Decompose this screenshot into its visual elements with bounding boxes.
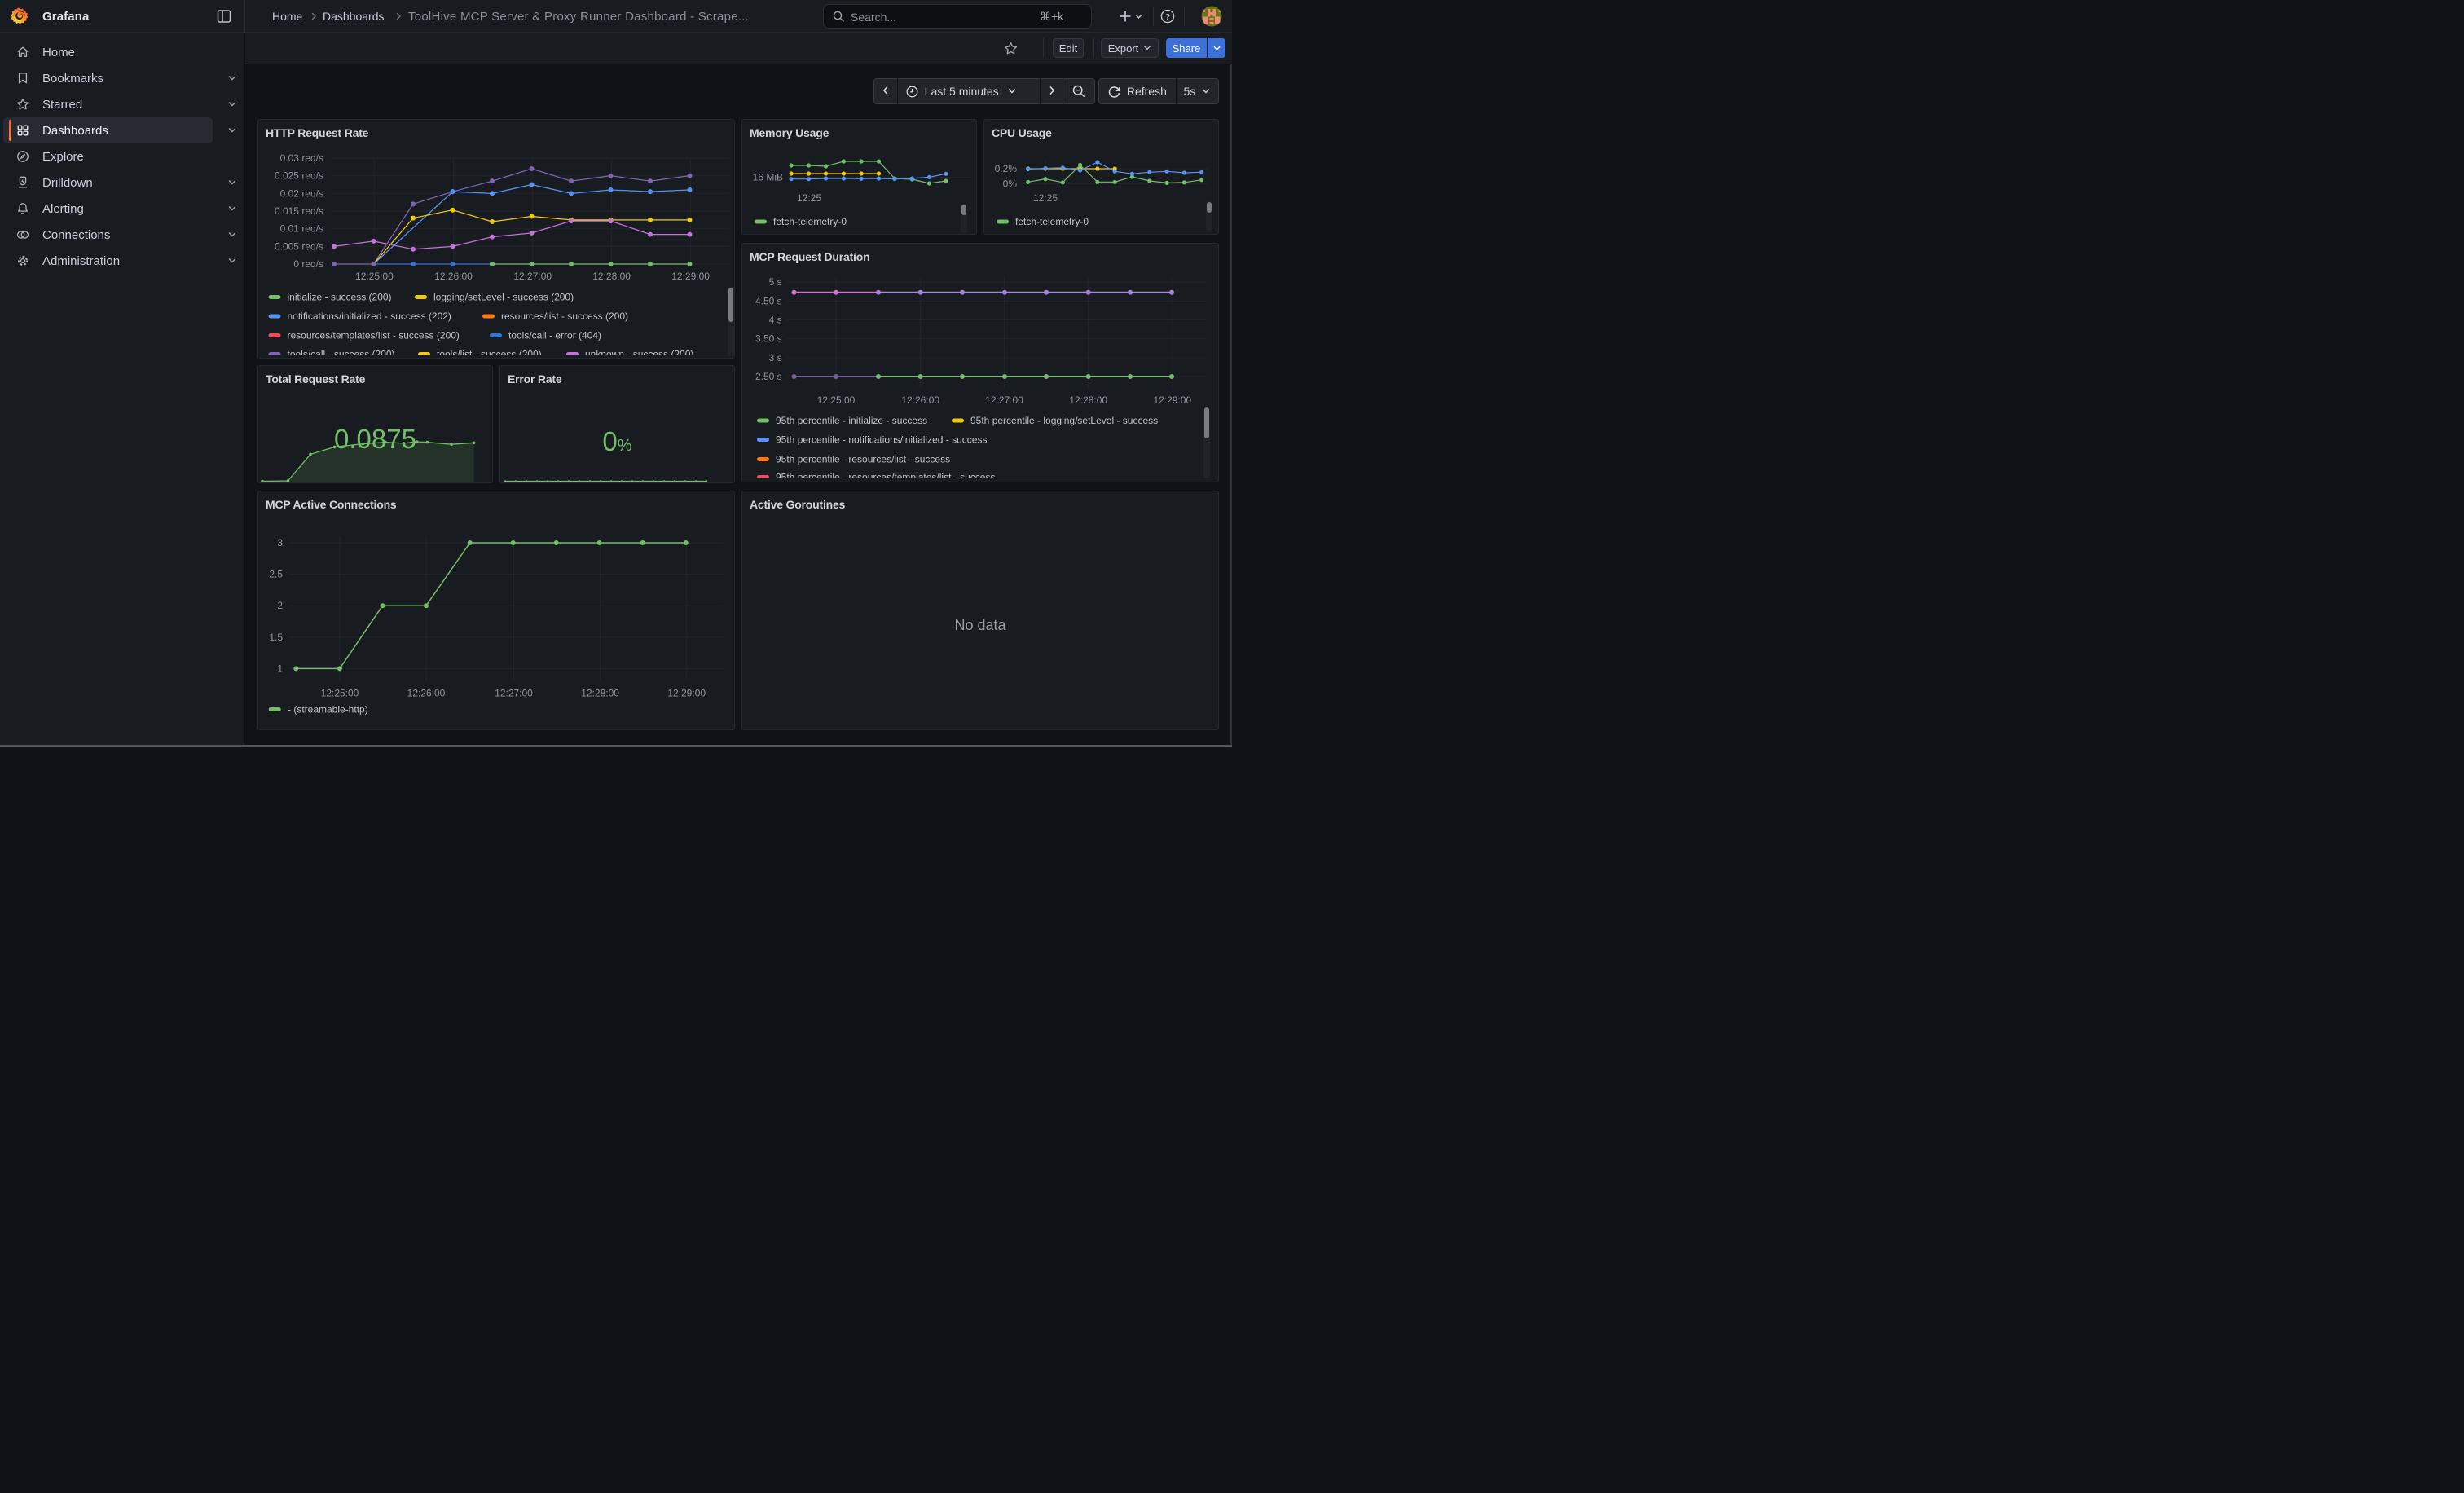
svg-text:logging/setLevel - success (20: logging/setLevel - success (200) <box>433 292 574 303</box>
svg-text:3 s: 3 s <box>769 352 782 363</box>
svg-text:fetch-telemetry-0: fetch-telemetry-0 <box>773 216 847 227</box>
svg-text:95th percentile - notification: 95th percentile - notifications/initiali… <box>776 434 987 446</box>
svg-text:0.02 req/s: 0.02 req/s <box>280 187 323 199</box>
svg-text:12:26:00: 12:26:00 <box>901 394 939 406</box>
svg-text:fetch-telemetry-0: fetch-telemetry-0 <box>1015 216 1089 227</box>
svg-text:0.005 req/s: 0.005 req/s <box>275 240 323 252</box>
svg-text:95th percentile - logging/setL: 95th percentile - logging/setLevel - suc… <box>970 415 1158 426</box>
svg-text:?: ? <box>1165 12 1170 22</box>
svg-text:1.5: 1.5 <box>269 632 283 643</box>
svg-text:12:26:00: 12:26:00 <box>407 688 446 699</box>
svg-text:12:29:00: 12:29:00 <box>1153 394 1191 406</box>
svg-text:16 MiB: 16 MiB <box>753 172 783 183</box>
svg-text:0.03 req/s: 0.03 req/s <box>280 152 323 164</box>
svg-text:3: 3 <box>277 537 283 548</box>
svg-text:4.50 s: 4.50 s <box>755 295 782 306</box>
svg-text:0.015 req/s: 0.015 req/s <box>275 205 323 217</box>
svg-text:0%: 0% <box>1003 178 1018 190</box>
svg-text:2: 2 <box>277 600 283 611</box>
svg-text:12:29:00: 12:29:00 <box>671 271 710 282</box>
svg-text:4 s: 4 s <box>769 315 782 326</box>
svg-text:12:25: 12:25 <box>1033 192 1058 204</box>
svg-text:12:25:00: 12:25:00 <box>817 394 856 406</box>
svg-text:tools/call - error (404): tools/call - error (404) <box>508 330 601 341</box>
svg-text:- (streamable-http): - (streamable-http) <box>288 704 368 716</box>
svg-text:12:27:00: 12:27:00 <box>985 394 1023 406</box>
svg-text:1: 1 <box>277 663 283 674</box>
svg-text:3.50 s: 3.50 s <box>755 333 782 345</box>
svg-text:12:27:00: 12:27:00 <box>495 688 533 699</box>
svg-text:0 req/s: 0 req/s <box>293 258 323 270</box>
svg-text:0.025 req/s: 0.025 req/s <box>275 170 323 182</box>
svg-text:12:28:00: 12:28:00 <box>1069 394 1107 406</box>
svg-text:2.5: 2.5 <box>269 569 283 580</box>
svg-text:resources/templates/list - suc: resources/templates/list - success (200) <box>288 330 460 341</box>
svg-text:2.50 s: 2.50 s <box>755 371 782 382</box>
svg-text:95th percentile - resources/li: 95th percentile - resources/list - succe… <box>776 454 950 465</box>
svg-text:initialize - success (200): initialize - success (200) <box>288 292 392 303</box>
svg-text:12:25: 12:25 <box>797 192 821 204</box>
svg-text:12:28:00: 12:28:00 <box>592 271 631 282</box>
svg-text:12:25:00: 12:25:00 <box>321 688 359 699</box>
svg-text:0.2%: 0.2% <box>995 163 1018 174</box>
svg-text:12:28:00: 12:28:00 <box>581 688 619 699</box>
svg-text:resources/list - success (200): resources/list - success (200) <box>501 310 628 322</box>
svg-text:0.01 req/s: 0.01 req/s <box>280 223 323 235</box>
svg-text:12:26:00: 12:26:00 <box>434 271 473 282</box>
svg-text:12:29:00: 12:29:00 <box>667 688 706 699</box>
svg-text:95th percentile - initialize -: 95th percentile - initialize - success <box>776 415 927 426</box>
svg-text:5 s: 5 s <box>769 276 782 288</box>
svg-text:12:27:00: 12:27:00 <box>513 271 552 282</box>
svg-text:notifications/initialized - su: notifications/initialized - success (202… <box>288 310 451 322</box>
svg-text:12:25:00: 12:25:00 <box>355 271 394 282</box>
